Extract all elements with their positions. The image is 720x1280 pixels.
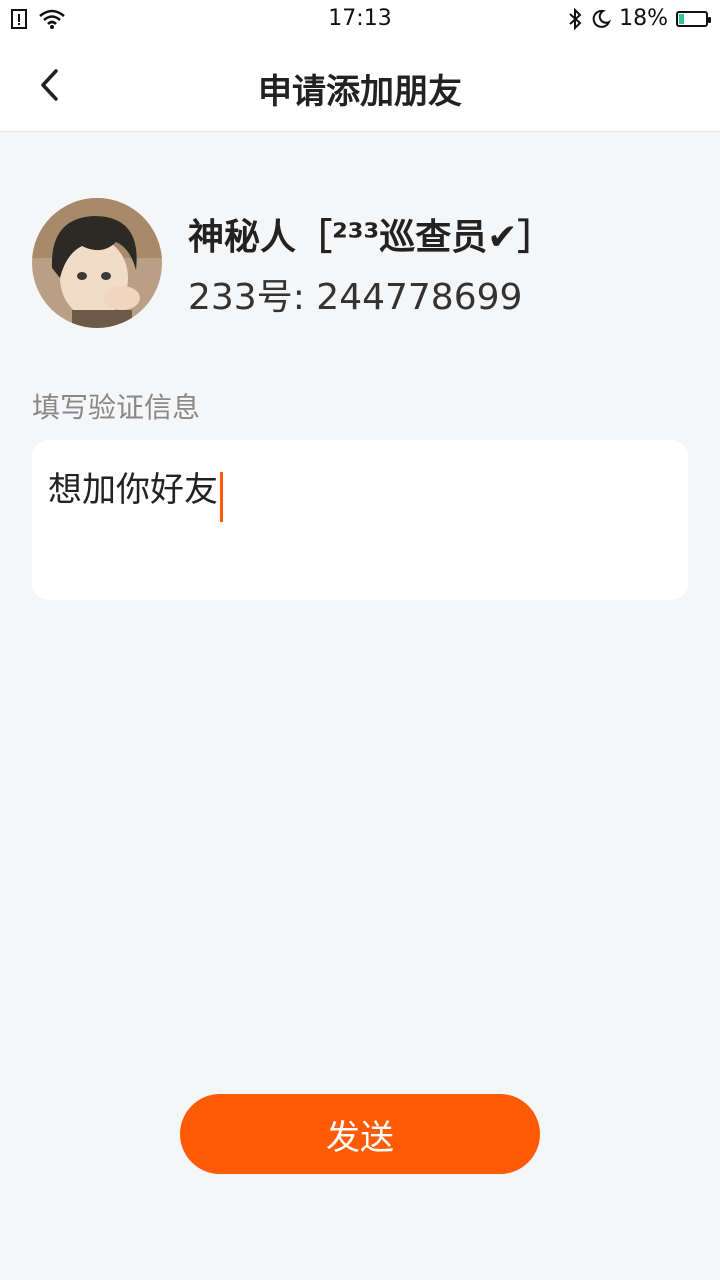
text-cursor [220,471,223,522]
moon-icon [592,9,612,28]
verification-input[interactable]: 想加你好友 [32,440,688,600]
battery-level-fill [679,13,684,24]
bluetooth-icon [569,7,582,30]
battery-percent: 18% [619,6,668,31]
send-button[interactable]: 发送 [180,1094,540,1174]
avatar-image [32,198,162,328]
profile-name: 神秘人［²³³巡查员✔］ [188,217,554,258]
verification-text: 想加你好友 [48,470,218,510]
status-bar: 17:13 18% [0,0,720,40]
page-title: 申请添加朋友 [258,72,462,112]
nav-header: 申请添加朋友 [0,40,720,132]
profile-id: 233号: 244778699 [188,277,523,318]
verification-label: 填写验证信息 [32,391,201,424]
battery-charging-icon [676,10,711,27]
status-right-icons: 18% [567,6,711,31]
avatar[interactable] [32,198,162,328]
